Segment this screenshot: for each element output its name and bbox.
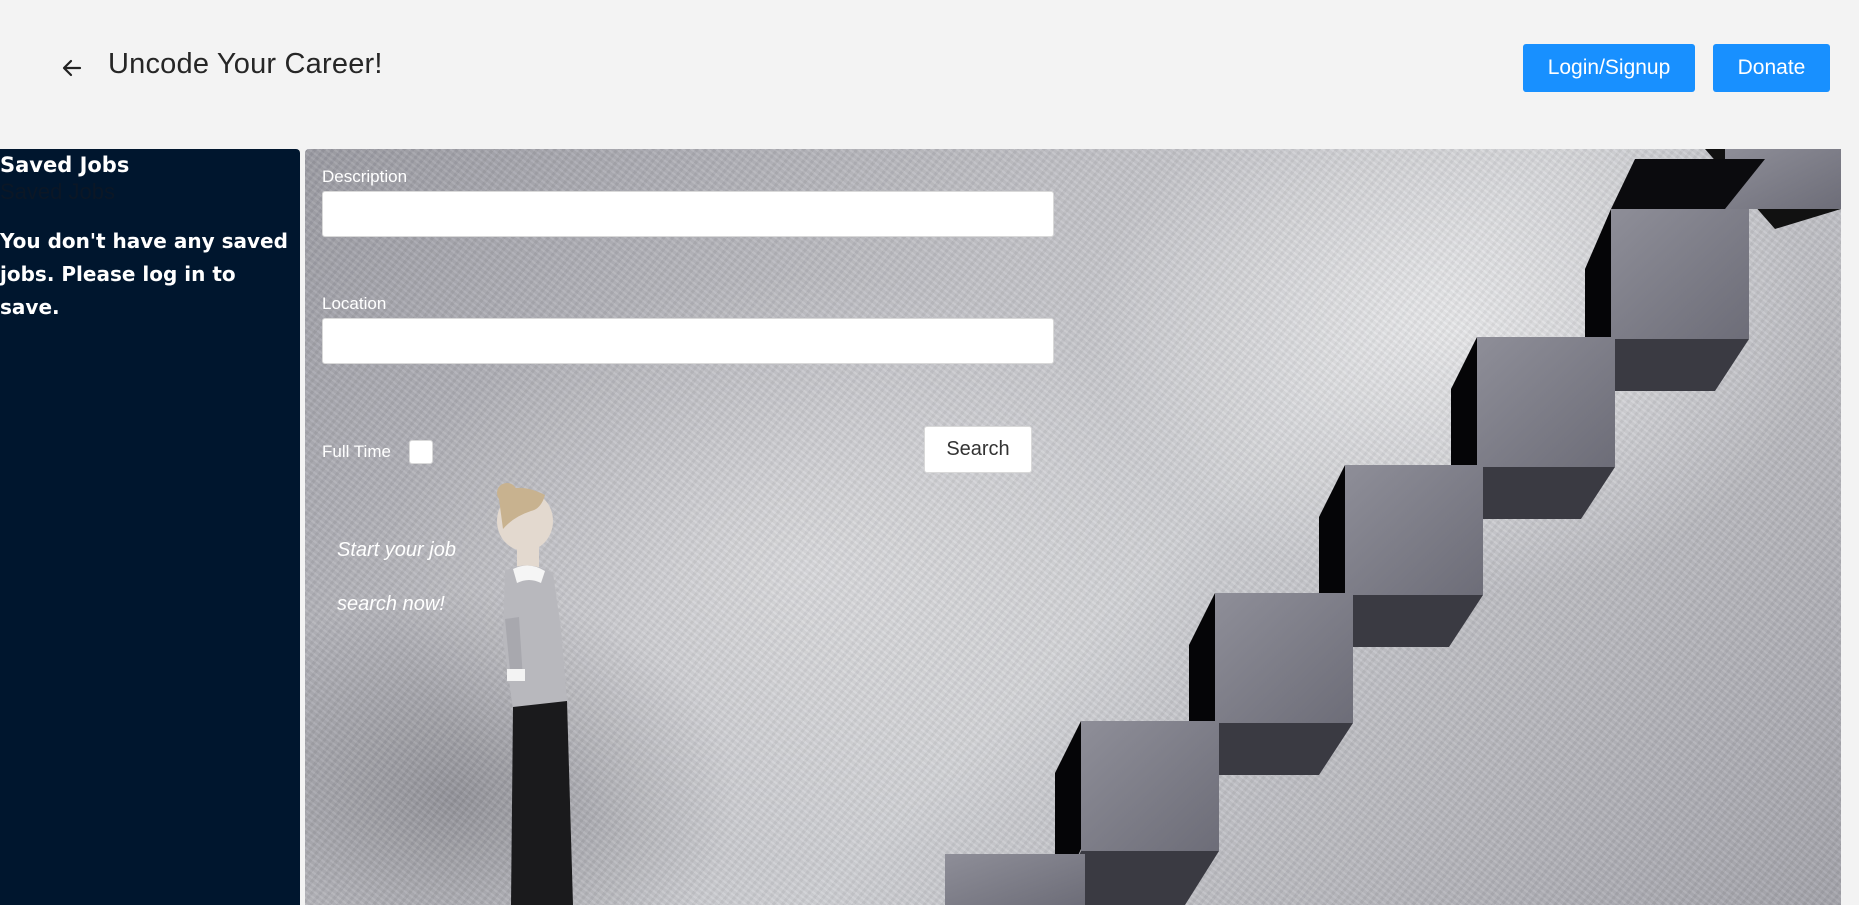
arrow-left-icon (62, 59, 82, 77)
app-header: Uncode Your Career! Login/Signup Donate (0, 0, 1859, 148)
description-label: Description (322, 167, 408, 186)
saved-jobs-subheading: Saved Jobs (0, 179, 115, 204)
login-signup-button[interactable]: Login/Signup (1523, 44, 1695, 92)
search-button[interactable]: Search (924, 426, 1032, 473)
back-button[interactable] (56, 52, 88, 84)
description-input[interactable] (322, 191, 1054, 237)
woman-figure-image (497, 483, 573, 905)
page-title: Uncode Your Career! (108, 48, 383, 80)
saved-jobs-empty-message: You don't have any saved jobs. Please lo… (0, 229, 288, 319)
donate-button[interactable]: Donate (1713, 44, 1830, 92)
full-time-label: Full Time (322, 442, 391, 461)
location-label: Location (322, 294, 387, 313)
saved-jobs-heading: Saved Jobs (0, 153, 130, 177)
full-time-checkbox[interactable] (409, 440, 433, 464)
location-input[interactable] (322, 318, 1054, 364)
saved-jobs-sidebar: Saved Jobs Saved Jobs You don't have any… (0, 149, 300, 905)
search-hero: Description Location Full Time Search St… (305, 149, 1841, 905)
hero-tagline: Start your job search now! (337, 539, 456, 615)
